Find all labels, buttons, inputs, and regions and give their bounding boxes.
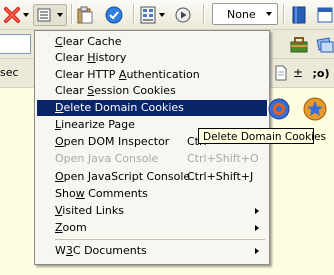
menu-item-label: W3C Documents [55,244,147,257]
forms-icon[interactable] [139,4,157,26]
menu-item-shortcut: Ctrl+Shift+O [187,152,259,165]
menu-item-label: Open DOM Inspector [55,135,170,148]
list-icon [37,8,51,22]
menu-item-label: Zoom [55,221,87,234]
clipboard-icon[interactable] [76,4,94,26]
menu-item-label: Clear HTTP Authentication [55,68,200,81]
menu-item-w3c-documents[interactable]: W3C Documents [37,243,267,259]
menu-item-visited-links[interactable]: Visited Links [37,203,267,219]
play-icon[interactable] [173,4,193,26]
menu-item-zoom[interactable]: Zoom [37,220,267,236]
smiley-button[interactable]: ;o) [310,62,332,84]
menu-item-label: Open Java Console [55,152,159,165]
menu-item-clear-cache[interactable]: Clear Cache [37,34,267,50]
submenu-arrow-icon [255,248,259,254]
page-icon[interactable] [274,62,288,84]
misc-dropdown-menu: Clear Cache Clear History Clear HTTP Aut… [34,30,270,265]
clear-icon[interactable] [2,4,22,26]
menu-item-shortcut: Ctrl+Shift+J [187,170,254,183]
menu-item-clear-history[interactable]: Clear History [37,50,267,66]
menu-item-open-java-console: Open Java Console Ctrl+Shift+O [37,151,267,167]
address-input[interactable] [0,34,31,54]
menu-item-label: Linearize Page [55,118,135,131]
cards-icon[interactable] [316,34,334,56]
validate-icon[interactable] [104,4,124,26]
submenu-arrow-icon [255,225,259,231]
menu-separator [55,239,265,240]
globe-icon[interactable] [268,98,290,120]
book-icon[interactable] [290,4,308,26]
toolbox-icon[interactable] [290,34,308,56]
menu-item-clear-http-auth[interactable]: Clear HTTP Authentication [37,67,267,83]
smiley-label: ;o) [312,66,330,80]
menu-item-label: Show Comments [55,187,148,200]
forms-dropdown-arrow[interactable] [158,4,166,26]
plus-minus-button[interactable]: ± [292,62,304,84]
submenu-arrow-icon [255,208,259,214]
menu-item-show-comments[interactable]: Show Comments [37,186,267,202]
menu-item-clear-session-cookies[interactable]: Clear Session Cookies [37,83,267,99]
style-select[interactable]: None [212,3,278,25]
main-toolbar: None [0,0,334,30]
menu-item-delete-domain-cookies[interactable]: Delete Domain Cookies [37,100,267,116]
star-icon[interactable] [303,97,327,121]
tooltip: Delete Domain Cookies [198,128,326,144]
style-select-value: None [227,7,256,21]
menu-item-label: Visited Links [55,204,124,217]
menu-item-open-javascript-console[interactable]: Open JavaScript Console Ctrl+Shift+J [37,169,267,185]
window-icon[interactable] [316,4,334,26]
menu-item-label: Clear Cache [55,35,122,48]
menu-item-label: Delete Domain Cookies [55,101,184,114]
chevron-down-icon [266,12,272,16]
clear-dropdown-arrow[interactable] [22,4,30,26]
menu-item-label: Open JavaScript Console [55,170,191,183]
menu-item-label: Clear History [55,51,127,64]
plus-minus-label: ± [292,66,304,80]
partial-toolbar-label: sec [0,66,19,79]
misc-menu-button[interactable] [33,4,67,26]
menu-item-label: Clear Session Cookies [55,84,176,97]
